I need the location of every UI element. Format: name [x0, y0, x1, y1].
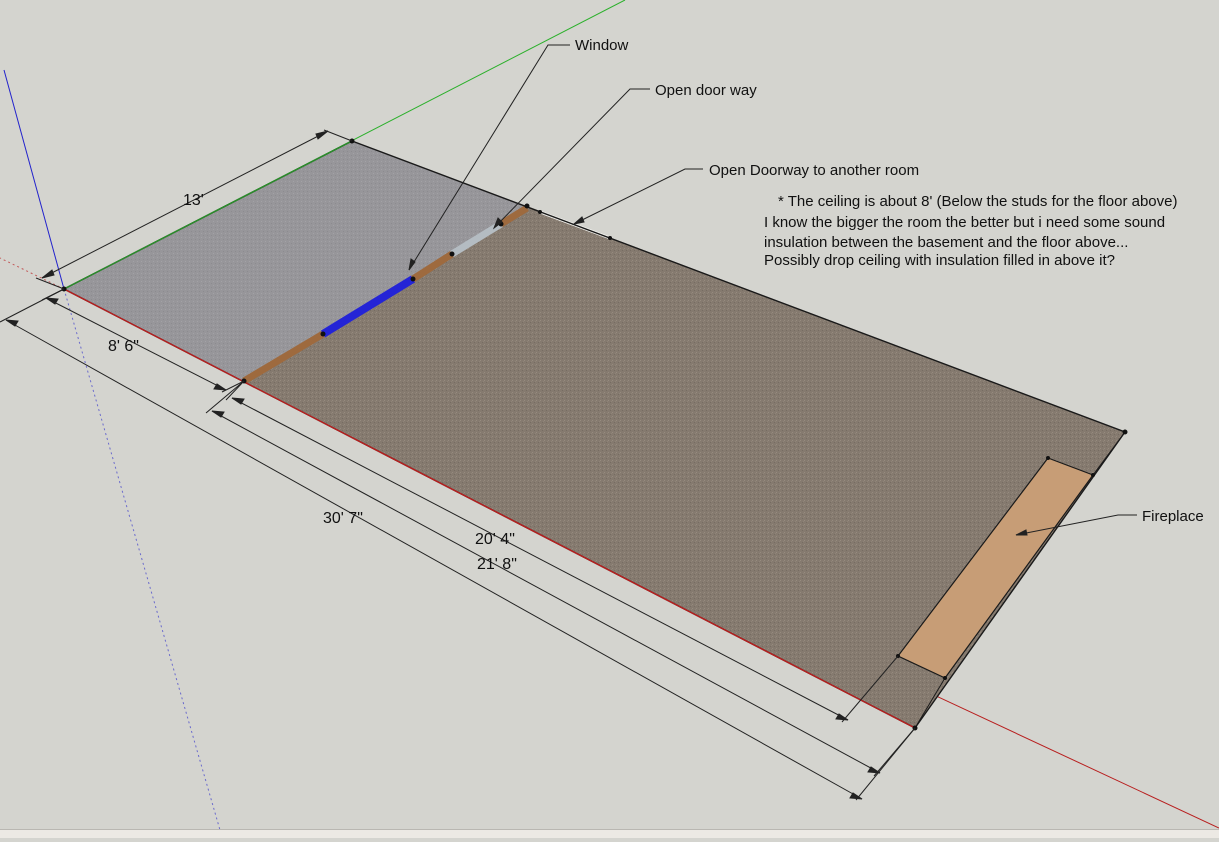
blue-axis — [3, 69, 65, 290]
dimension-8-6-label: 8' 6" — [108, 338, 139, 355]
dimension-20-4-label: 20' 4" — [475, 531, 515, 548]
red-axis-neg — [0, 257, 65, 290]
open-doorway-room-label[interactable]: Open Doorway to another room — [709, 162, 919, 179]
note-line-4: Possibly drop ceiling with insulation fi… — [764, 252, 1115, 269]
ceiling-note: * The ceiling is about 8' (Below the stu… — [764, 193, 1177, 269]
note-line-1: * The ceiling is about 8' (Below the stu… — [778, 193, 1177, 210]
open-door-way-label[interactable]: Open door way — [655, 82, 757, 99]
dimension-21-8-label: 21' 8" — [477, 556, 517, 573]
floor-plan-diagram: 13' 8' 6" 30' 7" 20' 4" 21' 8" Window Op… — [0, 0, 1219, 838]
dimension-13ft-label: 13' — [183, 192, 204, 209]
note-line-2: I know the bigger the room the better bu… — [764, 214, 1165, 231]
note-line-3: insulation between the basement and the … — [764, 234, 1128, 251]
sketchup-viewport[interactable]: 13' 8' 6" 30' 7" 20' 4" 21' 8" Window Op… — [0, 0, 1219, 838]
blue-axis-neg — [63, 288, 223, 838]
fireplace-label[interactable]: Fireplace — [1142, 508, 1204, 525]
window-label[interactable]: Window — [575, 37, 629, 54]
dimension-30-7-label: 30' 7" — [323, 510, 363, 527]
open-doorway-room-leader — [572, 168, 703, 225]
